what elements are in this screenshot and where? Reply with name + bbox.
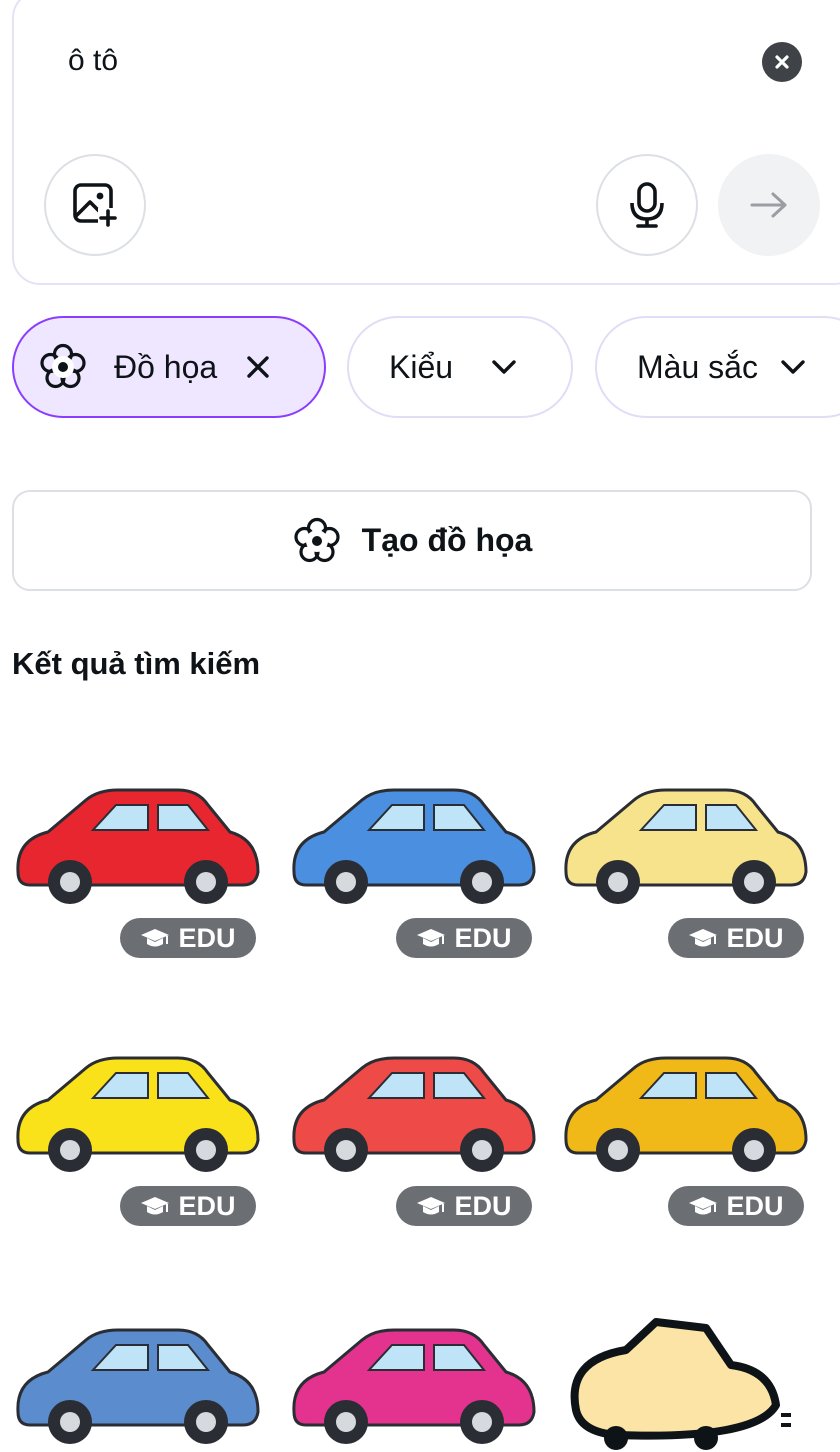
edu-badge: EDU [396,1186,532,1226]
graduation-cap-icon [141,1197,170,1215]
car-graphic [292,788,536,904]
result-item[interactable] [284,1300,540,1452]
microphone-button[interactable] [596,154,698,256]
microphone-icon [630,182,664,228]
car-graphic [16,1056,260,1172]
graduation-cap-icon [417,929,446,947]
chevron-down-icon [492,360,516,374]
close-icon[interactable] [245,354,271,380]
graduation-cap-icon [141,929,170,947]
submit-search-button[interactable] [718,154,820,256]
search-box: ô tô [12,0,840,285]
arrow-right-icon [750,192,787,218]
car-graphic [292,1328,536,1444]
flower-icon [294,517,340,562]
edu-badge: EDU [120,918,256,958]
filter-chip-graphics[interactable]: Đồ họa [12,316,326,418]
chevron-down-icon [781,360,805,374]
create-graphic-button[interactable]: Tạo đồ họa [12,490,812,591]
car-graphic [16,1328,260,1444]
chip-label: Đồ họa [114,348,218,385]
badge-label: EDU [726,1190,784,1221]
car-graphic [564,788,808,904]
result-item[interactable]: EDU [556,760,812,958]
close-icon [775,55,789,69]
car-graphic [292,1056,536,1172]
badge-label: EDU [178,1190,236,1221]
edu-badge: EDU [120,1186,256,1226]
graduation-cap-icon [689,1197,718,1215]
clear-search-button[interactable] [762,42,802,82]
result-item[interactable]: EDU [284,760,540,958]
flower-icon [40,343,86,389]
badge-label: EDU [726,922,784,953]
filter-chip-style[interactable]: Kiểu [347,316,573,418]
car-graphic [16,788,260,904]
result-item[interactable] [556,1300,812,1452]
filter-chip-color[interactable]: Màu sắc [595,316,840,418]
results-heading: Kết quả tìm kiếm [12,646,261,681]
graduation-cap-icon [417,1197,446,1215]
chip-label: Màu sắc [637,348,758,385]
edu-badge: EDU [668,918,804,958]
result-item[interactable]: EDU [8,1028,264,1226]
edu-badge: EDU [668,1186,804,1226]
result-item[interactable]: EDU [284,1028,540,1226]
result-item[interactable]: EDU [8,760,264,958]
chip-label: Kiểu [389,348,454,385]
upload-image-button[interactable] [44,154,146,256]
image-add-icon [73,183,118,228]
car-graphic [564,1056,808,1172]
result-item[interactable]: EDU [556,1028,812,1226]
create-graphic-label: Tạo đồ họa [361,522,533,558]
search-query[interactable]: ô tô [68,44,118,78]
badge-label: EDU [454,922,512,953]
car-graphic [570,1318,791,1450]
graduation-cap-icon [689,929,718,947]
result-item[interactable] [8,1300,264,1452]
badge-label: EDU [454,1190,512,1221]
badge-label: EDU [178,922,236,953]
edu-badge: EDU [396,918,532,958]
